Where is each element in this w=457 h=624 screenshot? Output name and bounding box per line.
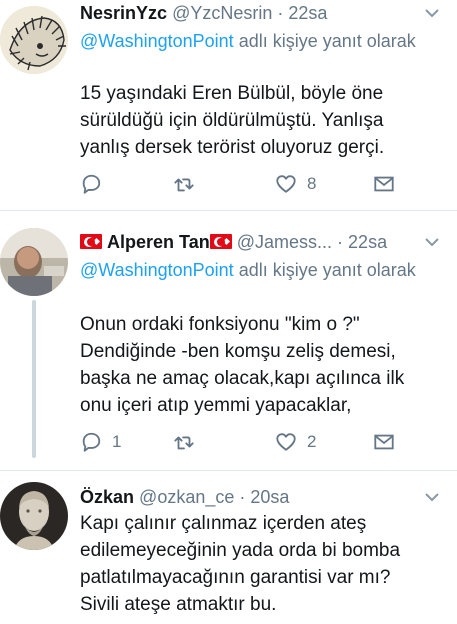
like-count: 8 <box>307 174 317 193</box>
display-name[interactable]: Alperen Tan <box>107 232 210 252</box>
heart-icon <box>276 175 296 193</box>
thread-line <box>32 300 36 458</box>
chevron-down-icon[interactable] <box>423 233 441 251</box>
divider <box>0 470 457 471</box>
user-handle[interactable]: @YzcNesrin <box>172 3 272 23</box>
like-count: 2 <box>307 432 317 451</box>
reply-suffix: adlı kişiye yanıt olarak <box>233 260 416 280</box>
reply-count: 1 <box>112 432 122 451</box>
tweet-text: 15 yaşındaki Eren Bülbül, böyle öne sürü… <box>80 83 385 158</box>
reply-icon <box>82 432 101 452</box>
turkish-flag-icon <box>80 234 102 249</box>
tweet-text: Kapı çalınır çalınmaz içerden ateş edile… <box>80 513 401 615</box>
user-handle[interactable]: @ozkan_ce <box>139 487 234 507</box>
retweet-button[interactable] <box>173 430 195 454</box>
reply-button[interactable] <box>80 172 102 196</box>
heart-icon <box>276 433 296 451</box>
retweet-button[interactable] <box>173 172 195 196</box>
mention-link[interactable]: @WashingtonPoint <box>80 260 234 280</box>
avatar[interactable] <box>0 6 68 74</box>
display-name[interactable]: Özkan <box>80 487 134 507</box>
turkish-flag-icon <box>209 234 232 249</box>
envelope-icon <box>374 434 394 450</box>
direct-message-button[interactable] <box>373 172 395 196</box>
display-name[interactable]: NesrinYzc <box>80 3 167 23</box>
separator-dot: · <box>239 487 246 507</box>
tweet-actions: 1 2 <box>80 430 440 454</box>
reply-button[interactable]: 1 <box>80 430 121 454</box>
tweet[interactable]: Alperen Tan @Jamess... · 22sa @Washingto… <box>0 218 457 463</box>
separator-dot: · <box>337 232 344 252</box>
timestamp[interactable]: 22sa <box>348 232 387 252</box>
mention-link[interactable]: @WashingtonPoint <box>80 31 234 51</box>
tweet-header: NesrinYzc @YzcNesrin · 22sa <box>80 1 327 25</box>
tweet-header: Özkan @ozkan_ce · 20sa <box>80 485 289 509</box>
like-button[interactable]: 2 <box>275 430 316 454</box>
separator-dot: · <box>277 3 284 23</box>
retweet-icon <box>174 178 194 192</box>
reply-context: @WashingtonPoint adlı kişiye yanıt olara… <box>80 257 420 283</box>
tweet-text: Onun ordaki fonksiyonu "kim o ?" Dendiği… <box>80 314 405 416</box>
tweet[interactable]: Özkan @ozkan_ce · 20sa Kapı çalınır çalı… <box>0 476 457 624</box>
timestamp[interactable]: 20sa <box>250 487 289 507</box>
direct-message-button[interactable] <box>373 430 395 454</box>
avatar[interactable] <box>0 228 68 296</box>
reply-context: @WashingtonPoint adlı kişiye yanıt olara… <box>80 28 420 54</box>
tweet-actions: 8 <box>80 172 440 196</box>
reply-icon <box>82 174 101 194</box>
retweet-icon <box>174 436 194 450</box>
user-handle[interactable]: @Jamess... <box>237 232 332 252</box>
divider <box>0 210 457 211</box>
tweet-header: Alperen Tan @Jamess... · 22sa <box>80 230 387 254</box>
avatar[interactable] <box>0 482 68 550</box>
chevron-down-icon[interactable] <box>423 4 441 22</box>
chevron-down-icon[interactable] <box>423 488 441 506</box>
timestamp[interactable]: 22sa <box>288 3 327 23</box>
tweet[interactable]: NesrinYzc @YzcNesrin · 22sa @WashingtonP… <box>0 0 457 210</box>
like-button[interactable]: 8 <box>275 172 316 196</box>
envelope-icon <box>374 176 394 192</box>
reply-suffix: adlı kişiye yanıt olarak <box>233 31 416 51</box>
